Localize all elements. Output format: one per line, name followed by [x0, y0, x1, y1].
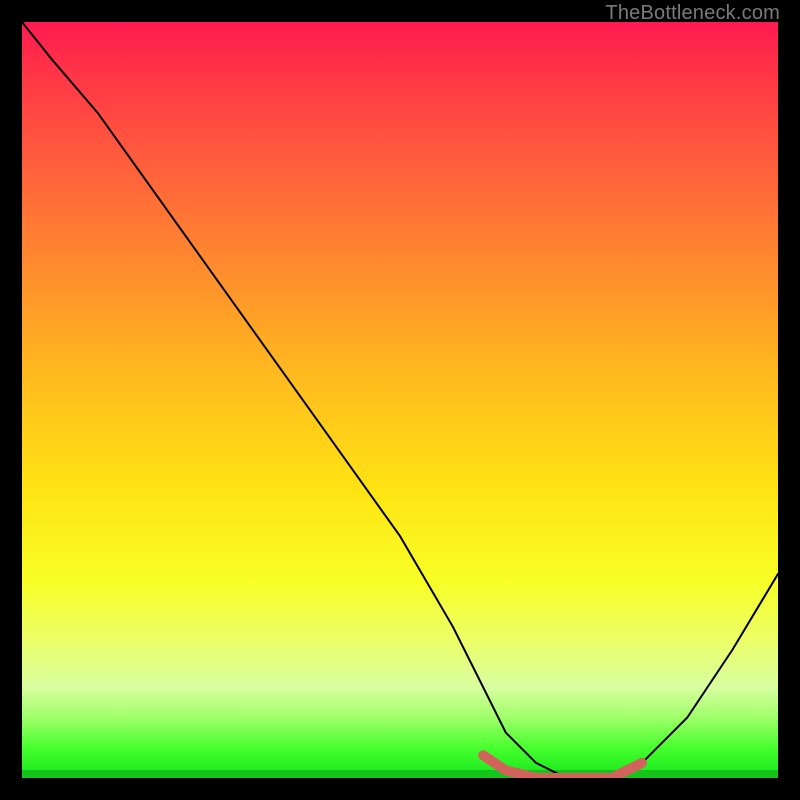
- chart-stage: TheBottleneck.com: [0, 0, 800, 800]
- watermark-label: TheBottleneck.com: [605, 2, 780, 25]
- chart-svg: [22, 22, 778, 778]
- optimal-segment: [483, 755, 642, 778]
- bottleneck-curve: [22, 22, 778, 778]
- plot-area: [22, 22, 778, 778]
